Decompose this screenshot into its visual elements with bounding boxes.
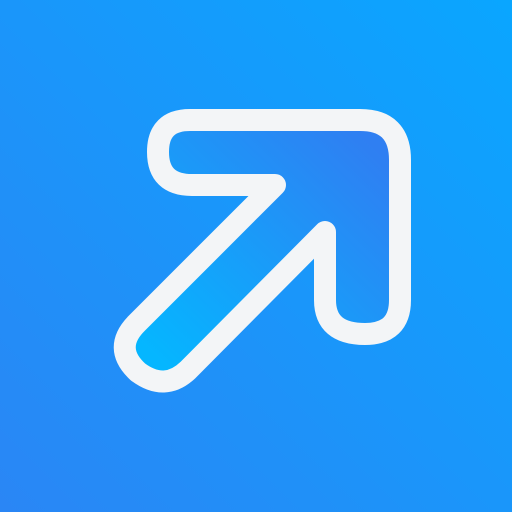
app-icon — [0, 0, 512, 512]
diagonal-up-right-arrow-icon — [0, 0, 512, 512]
